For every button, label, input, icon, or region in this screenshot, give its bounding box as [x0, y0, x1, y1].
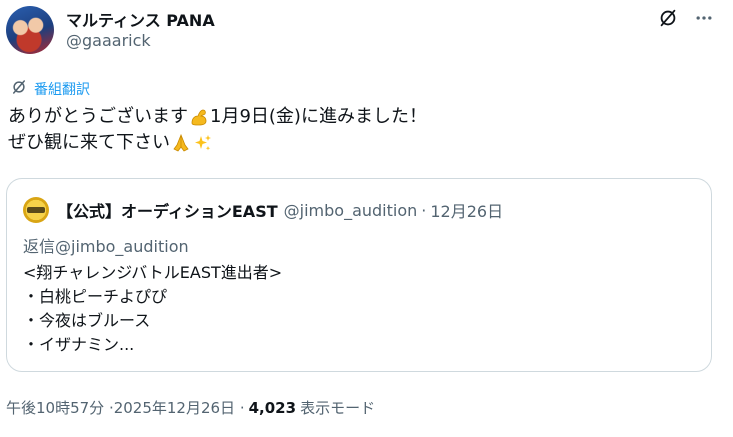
quote-line: ・今夜はブルース — [23, 311, 151, 330]
author-handle[interactable]: @gaaarick — [66, 31, 151, 50]
tweet-text: ありがとうございます 1月9日(金)に進みました！ ぜひ観に来て下さい — [8, 104, 427, 156]
flexed-biceps-icon — [189, 107, 209, 127]
translate-label[interactable]: 番組翻訳 — [34, 79, 90, 99]
tweet-line1-end: 1月9日(金)に進みました！ — [210, 106, 427, 127]
grok-icon — [657, 7, 679, 33]
translate-link[interactable]: 番組翻訳 — [10, 78, 90, 100]
more-icon — [694, 8, 714, 32]
quote-header: 【公式】オーディションEAST @jimbo_audition · 12月26日 — [23, 197, 503, 223]
quote-author-avatar[interactable] — [23, 197, 49, 223]
sparkles-icon — [193, 133, 213, 153]
author-name-row: マルティンス PANA — [66, 8, 215, 30]
quote-line: ・イザナミン... — [23, 335, 135, 354]
quote-separator: · — [421, 200, 427, 220]
quote-author-name[interactable]: 【公式】オーディションEAST — [57, 198, 278, 222]
tweet-footer: 午後10時57分 ·2025年12月26日 · 4,023 表示モード — [6, 397, 375, 418]
views-count: 4,023 — [248, 398, 297, 417]
quote-line: <翔チャレンジバトルEAST進出者> — [23, 263, 283, 282]
quote-author-handle[interactable]: @jimbo_audition — [284, 201, 418, 220]
tweet-timestamp[interactable]: 午後10時57分 ·2025年12月26日 · — [6, 397, 245, 418]
grok-button[interactable] — [656, 8, 680, 32]
quote-body: <翔チャレンジバトルEAST進出者> ・白桃ピーチよぴぴ ・今夜はブルース ・イ… — [23, 261, 282, 357]
tweet-line1-start: ありがとうございます — [8, 106, 188, 127]
quote-line: ・白桃ピーチよぴぴ — [23, 287, 168, 306]
author-avatar[interactable] — [6, 6, 54, 54]
translate-icon — [10, 78, 28, 100]
folded-hands-icon — [171, 133, 191, 153]
views-label[interactable]: 表示モード — [300, 397, 375, 418]
tweet-line2: ぜひ観に来て下さい — [8, 132, 170, 153]
more-options-button[interactable] — [692, 8, 716, 32]
quote-date[interactable]: 12月26日 — [430, 198, 503, 222]
quote-reply-to[interactable]: 返信@jimbo_audition — [23, 233, 189, 257]
author-display-name[interactable]: マルティンス PANA — [66, 7, 215, 31]
quoted-tweet-card[interactable]: 【公式】オーディションEAST @jimbo_audition · 12月26日… — [6, 178, 712, 372]
